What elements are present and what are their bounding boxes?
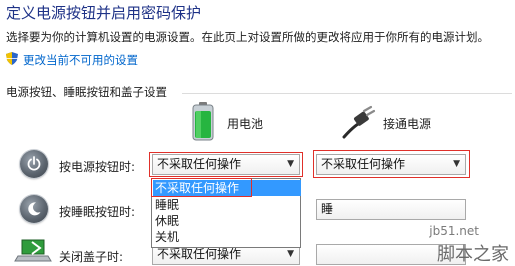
sleep-button-plugged-select[interactable]: 睡 bbox=[316, 199, 466, 220]
battery-icon bbox=[192, 102, 214, 141]
power-button-label: 按电源按钮时: bbox=[59, 160, 136, 174]
option-hibernate[interactable]: 休眠 bbox=[153, 213, 301, 229]
section-title: 电源按钮、睡眠按钮和盖子设置 bbox=[6, 85, 167, 99]
watermark-site: jb51.net bbox=[429, 224, 479, 238]
column-plugged-label: 接通电源 bbox=[383, 117, 432, 131]
watermark-brand: 脚本之家 bbox=[437, 244, 509, 265]
power-button-icon bbox=[20, 150, 48, 178]
page-description: 选择要为你的计算机设置的电源设置。在此页上对设置所做的更改将应用于你所有的电源计… bbox=[6, 30, 489, 44]
chevron-down-icon: ▼ bbox=[453, 159, 460, 169]
select-value: 睡 bbox=[321, 202, 334, 216]
section-divider bbox=[182, 93, 512, 94]
callout-box bbox=[151, 178, 252, 197]
change-unavailable-settings-link[interactable]: 更改当前不可用的设置 bbox=[23, 52, 138, 68]
power-button-plugged-select[interactable]: 不采取任何操作 ▼ bbox=[316, 154, 466, 175]
shield-icon bbox=[6, 52, 18, 65]
power-plug-icon bbox=[342, 105, 376, 139]
column-battery-label: 用电池 bbox=[227, 117, 264, 131]
select-value: 不采取任何操作 bbox=[157, 247, 242, 261]
select-value: 不采取任何操作 bbox=[321, 157, 406, 171]
select-value: 不采取任何操作 bbox=[157, 157, 242, 171]
option-sleep[interactable]: 睡眠 bbox=[153, 197, 301, 213]
power-button-battery-select[interactable]: 不采取任何操作 ▼ bbox=[152, 154, 300, 175]
page-title: 定义电源按钮并启用密码保护 bbox=[6, 4, 202, 22]
sleep-button-icon bbox=[20, 195, 48, 223]
chevron-down-icon: ▼ bbox=[287, 159, 294, 169]
option-shutdown[interactable]: 关机 bbox=[153, 229, 301, 245]
lid-label: 关闭盖子时: bbox=[59, 250, 124, 264]
laptop-lid-icon bbox=[14, 239, 52, 262]
sleep-button-label: 按睡眠按钮时: bbox=[59, 205, 136, 219]
